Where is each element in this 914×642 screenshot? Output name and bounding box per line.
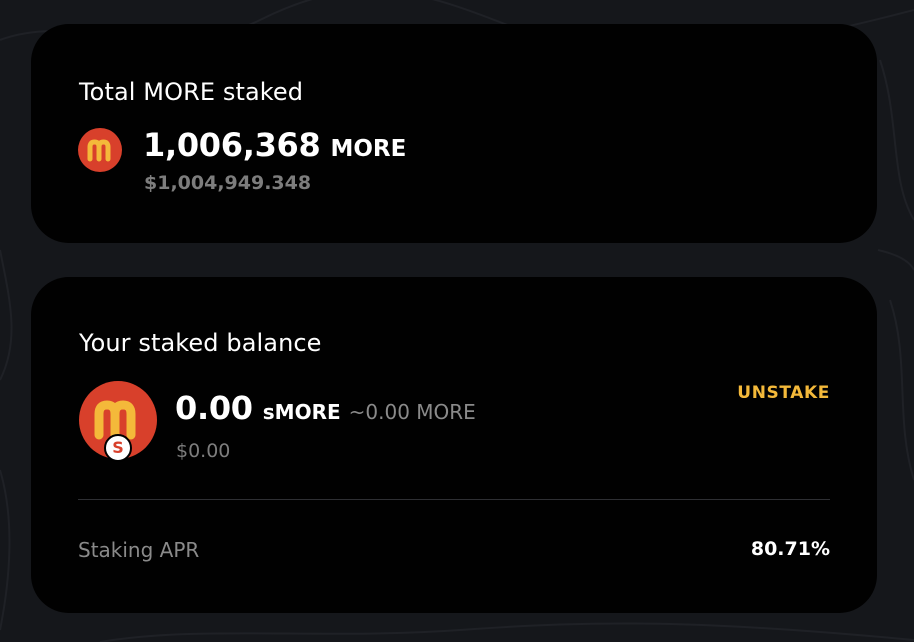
total-staked-card: Total MORE staked 1,006,368 MORE $1,004,… (31, 24, 877, 243)
unstake-button[interactable]: UNSTAKE (737, 383, 830, 403)
staked-balance-usd-value: $0.00 (176, 440, 231, 462)
staked-balance-unit: sMORE (262, 400, 341, 424)
staking-apr-value: 80.71% (750, 538, 830, 560)
more-token-icon (78, 128, 122, 172)
smore-badge-icon: S (104, 434, 132, 462)
total-staked-title: Total MORE staked (79, 78, 304, 106)
staked-balance-amount: 0.00 (175, 389, 253, 427)
total-staked-usd-value: $1,004,949.348 (144, 172, 312, 194)
total-staked-unit: MORE (330, 136, 407, 162)
staking-apr-label: Staking APR (78, 538, 200, 562)
divider (78, 499, 830, 500)
staked-balance-card: Your staked balance S 0.00 sMORE ~0.00 M… (31, 277, 877, 613)
total-staked-amount: 1,006,368 (143, 126, 321, 164)
staked-balance-equivalent: ~0.00 MORE (348, 400, 476, 424)
staked-balance-amount-row: 0.00 sMORE ~0.00 MORE (175, 389, 476, 427)
smore-token-icon: S (79, 381, 157, 462)
staked-balance-title: Your staked balance (79, 329, 322, 357)
total-staked-amount-row: 1,006,368 MORE (143, 126, 406, 164)
